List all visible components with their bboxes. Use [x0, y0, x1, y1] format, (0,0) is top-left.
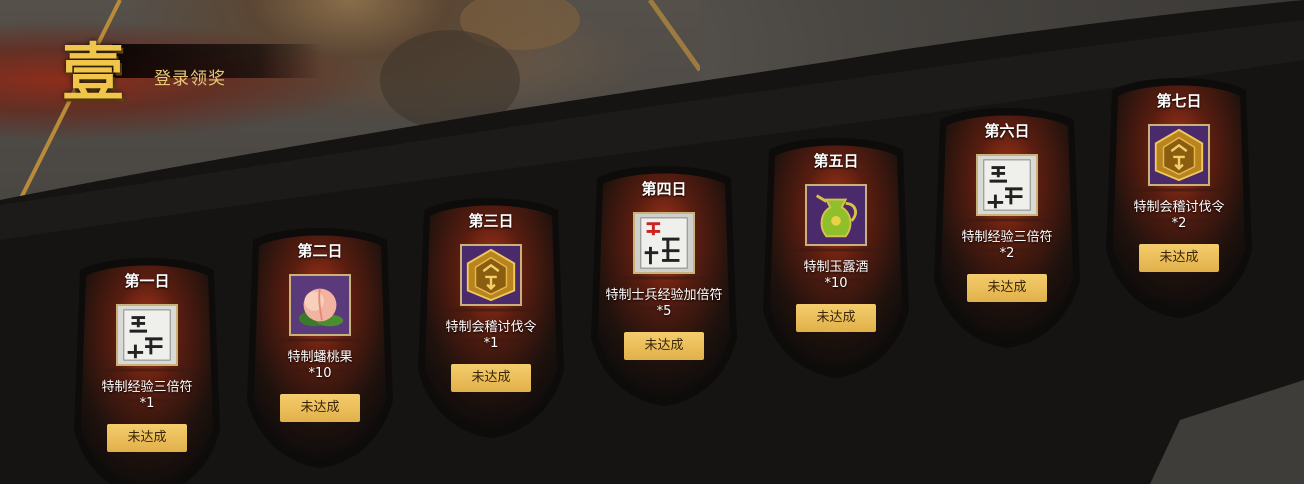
claim-status-button[interactable]: 未达成 — [280, 394, 360, 422]
claim-status-button[interactable]: 未达成 — [1139, 244, 1219, 272]
claim-status-button[interactable]: 未达成 — [796, 304, 876, 332]
reward-card-day-4: 第四日 特制士兵经验加倍符 *5 未达成 — [587, 158, 741, 406]
reward-item-name: 特制玉露酒 — [803, 260, 869, 275]
day-label: 第五日 — [813, 152, 859, 170]
reward-item-slot[interactable] — [633, 212, 695, 274]
reward-item-quantity: *2 — [999, 246, 1015, 261]
day-label: 第六日 — [984, 122, 1030, 140]
reward-item-quantity: *5 — [656, 304, 672, 319]
claim-status-button[interactable]: 未达成 — [967, 274, 1047, 302]
reward-item-name: 特制会稽讨伐令 — [1133, 200, 1225, 215]
reward-item-slot[interactable] — [1148, 124, 1210, 186]
exp-scroll-icon — [978, 156, 1036, 214]
reward-item-quantity: *10 — [824, 276, 848, 291]
reward-item-quantity: *1 — [139, 396, 155, 411]
reward-item-slot[interactable] — [805, 184, 867, 246]
reward-card-day-7: 第七日 特制会稽讨伐令 *2 未达成 — [1102, 70, 1256, 318]
reward-item-slot[interactable] — [976, 154, 1038, 216]
day-label: 第一日 — [124, 272, 170, 290]
day-label: 第三日 — [468, 212, 514, 230]
day-label: 第四日 — [641, 180, 687, 198]
reward-item-quantity: *10 — [308, 366, 332, 381]
reward-card-day-3: 第三日 特制会稽讨伐令 *1 未达成 — [414, 190, 568, 438]
claim-status-button[interactable]: 未达成 — [624, 332, 704, 360]
reward-card-day-6: 第六日 特制经验三倍符 *2 未达成 — [930, 100, 1084, 348]
reward-item-slot[interactable] — [460, 244, 522, 306]
claim-status-button[interactable]: 未达成 — [451, 364, 531, 392]
day-label: 第七日 — [1156, 92, 1202, 110]
reward-card-day-1: 第一日 特制经验三倍符 *1 未达成 — [70, 250, 224, 484]
reward-item-name: 特制经验三倍符 — [961, 230, 1053, 245]
reward-item-name: 特制蟠桃果 — [287, 350, 353, 365]
reward-card-day-5: 第五日 特制玉露酒 *10 未达成 — [759, 130, 913, 378]
command-token-icon — [1150, 126, 1208, 184]
claim-status-button[interactable]: 未达成 — [107, 424, 187, 452]
peach-icon — [291, 276, 349, 334]
exp-scroll-icon — [118, 306, 176, 364]
reward-item-name: 特制经验三倍符 — [101, 380, 193, 395]
reward-item-quantity: *1 — [483, 336, 499, 351]
section-header: 壹 登录领奖 — [62, 34, 322, 124]
jade-wine-jug-icon — [807, 186, 865, 244]
section-title: 登录领奖 — [154, 69, 226, 89]
soldier-exp-scroll-icon — [635, 214, 693, 272]
reward-item-slot[interactable] — [116, 304, 178, 366]
section-number-glyph: 壹 — [62, 36, 125, 109]
reward-item-name: 特制士兵经验加倍符 — [605, 288, 723, 303]
reward-item-name: 特制会稽讨伐令 — [445, 320, 537, 335]
reward-card-day-2: 第二日 特制蟠桃果 *10 未达成 — [243, 220, 397, 468]
reward-item-quantity: *2 — [1171, 216, 1187, 231]
reward-item-slot[interactable] — [289, 274, 351, 336]
login-reward-panel: 壹 登录领奖 第一日 特制经验三倍符 *1 未达成 第二日 特制蟠桃果 *10 … — [0, 0, 1304, 484]
day-label: 第二日 — [297, 242, 343, 260]
command-token-icon — [462, 246, 520, 304]
